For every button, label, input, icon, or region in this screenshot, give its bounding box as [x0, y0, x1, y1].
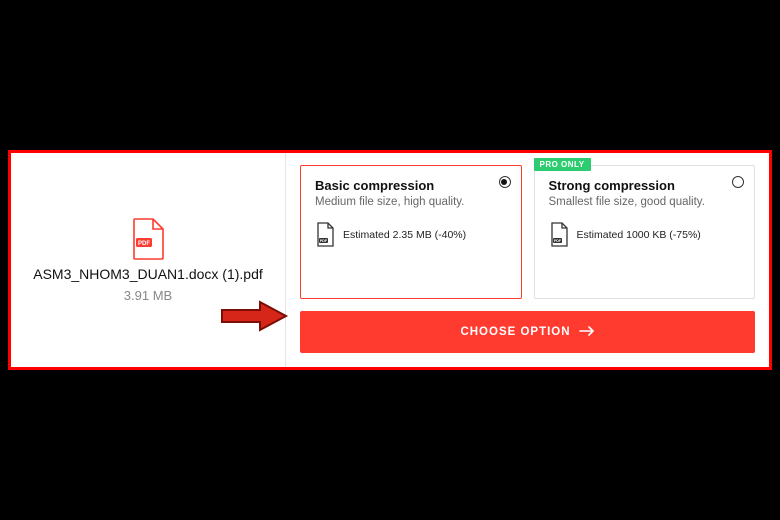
options-pane: Basic compression Medium file size, high… [286, 153, 769, 367]
file-name: ASM3_NHOM3_DUAN1.docx (1).pdf [33, 266, 263, 282]
option-title: Strong compression [549, 178, 741, 193]
svg-text:PDF: PDF [320, 239, 328, 243]
arrow-right-icon [579, 326, 595, 339]
file-preview-pane: PDF ASM3_NHOM3_DUAN1.docx (1).pdf 3.91 M… [11, 153, 286, 367]
file-size: 3.91 MB [124, 288, 172, 303]
option-estimate-row: PDF Estimated 1000 KB (-75%) [549, 222, 741, 248]
option-basic-compression[interactable]: Basic compression Medium file size, high… [300, 165, 522, 299]
option-estimate-text: Estimated 1000 KB (-75%) [577, 229, 701, 241]
choose-option-button[interactable]: CHOOSE OPTION [300, 311, 755, 353]
option-description: Smallest file size, good quality. [549, 196, 741, 208]
compress-panel: PDF ASM3_NHOM3_DUAN1.docx (1).pdf 3.91 M… [8, 150, 772, 370]
pdf-file-icon: PDF [131, 218, 165, 260]
pdf-small-icon: PDF [549, 222, 569, 248]
option-strong-compression[interactable]: PRO ONLY Strong compression Smallest fil… [534, 165, 756, 299]
option-estimate-row: PDF Estimated 2.35 MB (-40%) [315, 222, 507, 248]
pdf-small-icon: PDF [315, 222, 335, 248]
option-title: Basic compression [315, 178, 507, 193]
svg-text:PDF: PDF [138, 241, 150, 247]
pro-only-badge: PRO ONLY [534, 158, 591, 171]
option-description: Medium file size, high quality. [315, 196, 507, 208]
radio-selected-icon[interactable] [499, 176, 511, 188]
arrow-right-icon [220, 298, 290, 339]
svg-text:PDF: PDF [553, 239, 561, 243]
radio-unselected-icon[interactable] [732, 176, 744, 188]
compression-options: Basic compression Medium file size, high… [300, 165, 755, 299]
option-estimate-text: Estimated 2.35 MB (-40%) [343, 229, 466, 241]
button-label: CHOOSE OPTION [460, 326, 570, 338]
